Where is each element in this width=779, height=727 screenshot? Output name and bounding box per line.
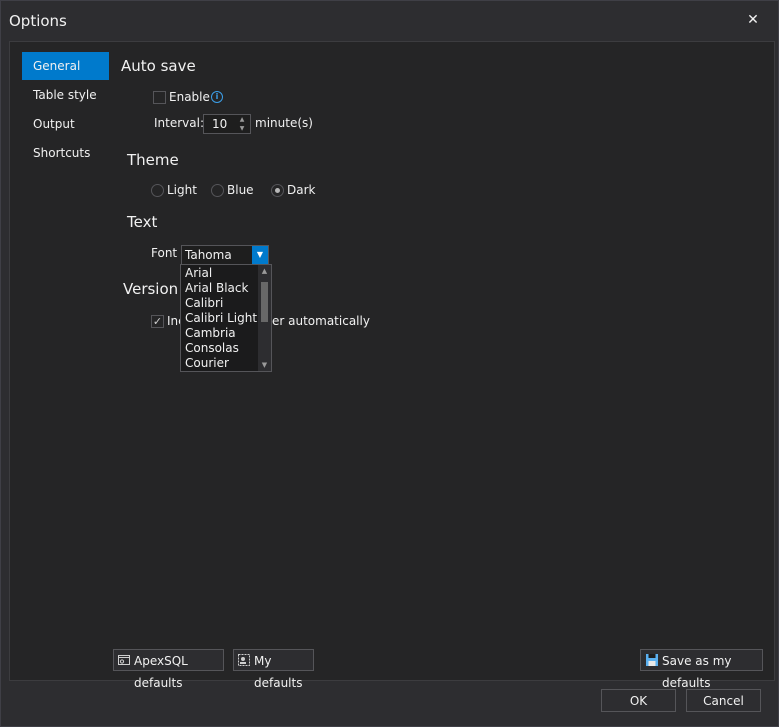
options-window: Options ✕ General Table style Output Sho… bbox=[0, 0, 779, 727]
theme-blue-label: Blue bbox=[227, 183, 254, 197]
font-option[interactable]: Cambria bbox=[185, 326, 236, 341]
font-option[interactable]: Calibri bbox=[185, 296, 223, 311]
scrollbar-thumb[interactable] bbox=[261, 282, 268, 322]
apexsql-defaults-label: ApexSQL defaults bbox=[134, 654, 188, 690]
enable-checkbox[interactable] bbox=[153, 91, 166, 104]
font-dropdown-list[interactable]: Arial Arial Black Calibri Calibri Light … bbox=[180, 264, 272, 372]
chevron-down-icon[interactable]: ▼ bbox=[252, 246, 268, 264]
font-combo[interactable]: Tahoma ▼ bbox=[181, 245, 269, 265]
info-icon[interactable]: i bbox=[211, 91, 223, 103]
version-checkbox[interactable]: ✓ bbox=[151, 315, 164, 328]
interval-value: 10 bbox=[212, 117, 228, 131]
title-bar: Options ✕ bbox=[1, 1, 778, 39]
font-option[interactable]: Consolas bbox=[185, 341, 239, 356]
save-icon bbox=[646, 654, 658, 666]
sidebar-item-output[interactable]: Output bbox=[22, 110, 109, 138]
theme-light-radio[interactable] bbox=[151, 184, 164, 197]
font-label: Font bbox=[151, 246, 178, 260]
close-icon[interactable]: ✕ bbox=[745, 12, 761, 28]
save-as-my-defaults-button[interactable]: Save as my defaults bbox=[640, 649, 763, 690]
sidebar-item-general[interactable]: General bbox=[22, 52, 109, 80]
theme-blue-radio[interactable] bbox=[211, 184, 224, 197]
cancel-button[interactable]: Cancel bbox=[686, 689, 761, 712]
options-panel: General Table style Output Shortcuts Aut… bbox=[9, 41, 775, 690]
radio-selected-dot bbox=[275, 188, 280, 193]
version-label-end: er automatically bbox=[272, 314, 370, 328]
theme-light-label: Light bbox=[167, 183, 197, 197]
interval-unit: minute(s) bbox=[255, 116, 313, 130]
save-as-my-defaults-label: Save as my defaults bbox=[662, 654, 732, 690]
spin-up-icon[interactable]: ▲ bbox=[236, 115, 248, 124]
enable-label: Enable bbox=[169, 90, 210, 104]
theme-dark-label: Dark bbox=[287, 183, 316, 197]
scroll-down-icon[interactable]: ▼ bbox=[258, 359, 271, 371]
theme-title: Theme bbox=[127, 151, 179, 169]
theme-dark-radio[interactable] bbox=[271, 184, 284, 197]
sidebar-item-shortcuts[interactable]: Shortcuts bbox=[22, 139, 109, 167]
spin-down-icon[interactable]: ▼ bbox=[236, 124, 248, 133]
window-title: Options bbox=[9, 12, 67, 30]
text-title: Text bbox=[127, 213, 158, 231]
font-option[interactable]: Arial Black bbox=[185, 281, 248, 296]
user-defaults-icon bbox=[238, 654, 250, 666]
apexsql-defaults-button[interactable]: ApexSQL defaults bbox=[113, 649, 224, 690]
font-value: Tahoma bbox=[185, 248, 232, 262]
sidebar-item-table-style[interactable]: Table style bbox=[22, 81, 109, 109]
my-defaults-label: My defaults bbox=[254, 654, 303, 690]
font-option[interactable]: Courier bbox=[185, 356, 229, 371]
font-option[interactable]: Calibri Light bbox=[185, 311, 257, 326]
my-defaults-button[interactable]: My defaults bbox=[233, 649, 314, 690]
defaults-settings-icon bbox=[118, 655, 130, 665]
interval-stepper[interactable]: 10 ▲ ▼ bbox=[203, 114, 251, 134]
ok-button[interactable]: OK bbox=[601, 689, 676, 712]
font-option[interactable]: Arial bbox=[185, 266, 212, 281]
dropdown-scrollbar[interactable]: ▲ ▼ bbox=[258, 265, 271, 371]
interval-label: Interval: bbox=[154, 116, 204, 130]
scroll-up-icon[interactable]: ▲ bbox=[258, 265, 271, 277]
auto-save-title: Auto save bbox=[121, 57, 196, 75]
